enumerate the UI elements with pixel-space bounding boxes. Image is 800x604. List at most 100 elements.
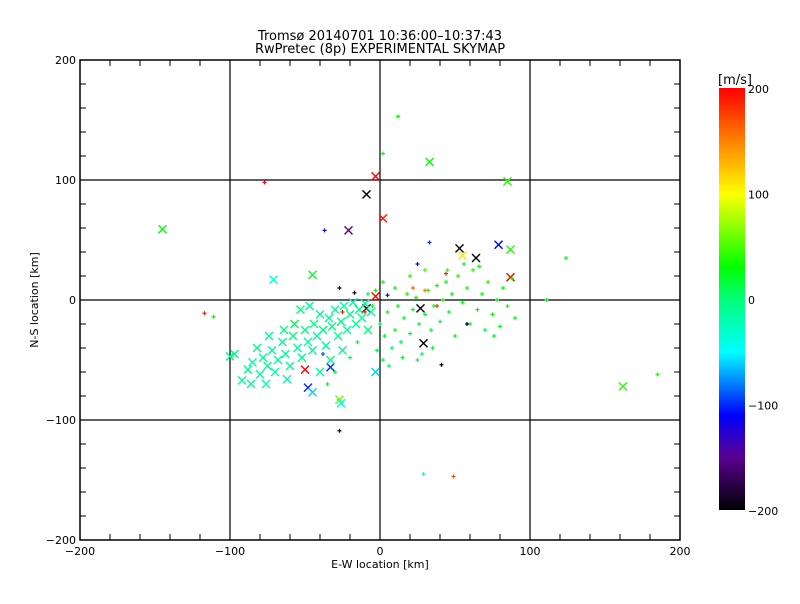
data-point xyxy=(393,328,397,332)
data-point xyxy=(336,317,346,327)
data-point xyxy=(381,280,385,284)
y-tick-labels: −200 −100 0 100 200 xyxy=(46,54,76,547)
data-point xyxy=(420,352,424,356)
data-point xyxy=(348,355,352,360)
data-point xyxy=(451,474,456,479)
data-point xyxy=(278,337,287,347)
data-point xyxy=(458,251,467,261)
data-point xyxy=(445,268,450,272)
data-point xyxy=(327,321,337,331)
data-point xyxy=(423,288,427,293)
data-point xyxy=(415,262,420,266)
data-point xyxy=(285,361,295,371)
data-point xyxy=(357,313,367,323)
data-point xyxy=(264,331,274,341)
data-point xyxy=(279,325,289,335)
data-point xyxy=(237,375,247,385)
data-point xyxy=(308,387,317,397)
data-point xyxy=(423,312,427,317)
data-point xyxy=(430,346,435,350)
data-point xyxy=(416,303,425,313)
data-point xyxy=(419,338,428,348)
data-point xyxy=(402,316,406,320)
data-point xyxy=(423,268,427,272)
y-tick-label: −100 xyxy=(46,414,76,427)
data-point xyxy=(261,379,271,389)
data-point xyxy=(375,348,379,353)
data-point xyxy=(337,286,342,290)
data-point xyxy=(303,337,313,347)
data-point xyxy=(411,307,415,312)
data-point xyxy=(366,307,376,317)
data-point xyxy=(465,322,469,326)
data-point xyxy=(282,374,292,384)
data-point xyxy=(324,313,334,323)
data-point xyxy=(158,224,167,234)
data-point xyxy=(447,310,451,314)
data-point xyxy=(475,307,480,312)
data-point xyxy=(450,292,454,296)
data-point xyxy=(326,362,335,372)
y-tick-label: 100 xyxy=(55,174,76,187)
data-point xyxy=(318,325,328,335)
data-point xyxy=(340,310,345,314)
data-point xyxy=(462,262,466,266)
data-point xyxy=(269,275,278,285)
data-point xyxy=(325,382,330,386)
x-tick-label: 100 xyxy=(520,545,541,558)
data-point xyxy=(492,334,496,338)
data-point xyxy=(506,245,515,255)
data-point xyxy=(373,288,378,293)
data-point xyxy=(370,304,375,308)
data-point xyxy=(417,322,421,326)
data-point xyxy=(544,298,549,302)
data-point xyxy=(211,314,216,319)
data-point xyxy=(248,357,257,367)
data-point xyxy=(371,367,380,377)
data-point xyxy=(494,240,503,250)
data-point xyxy=(305,301,314,311)
data-point xyxy=(486,280,490,284)
data-point xyxy=(396,304,400,308)
data-point xyxy=(439,362,444,367)
data-point xyxy=(408,331,412,336)
data-point xyxy=(243,365,253,375)
data-point xyxy=(618,381,628,391)
colorbar-tick-labels: 200 100 0 −100 −200 xyxy=(748,83,778,518)
data-point xyxy=(371,171,380,181)
chart-subtitle: RwPretec (8p) EXPERIMENTAL SKYMAP xyxy=(255,42,505,57)
data-point xyxy=(465,286,469,290)
data-point xyxy=(322,228,327,233)
data-point xyxy=(505,304,510,308)
data-point xyxy=(444,280,448,284)
data-point xyxy=(411,286,415,290)
data-point xyxy=(655,372,660,377)
data-point xyxy=(498,324,502,329)
data-point xyxy=(378,322,382,326)
colorbar-tick-label: 100 xyxy=(748,189,769,202)
data-point xyxy=(263,361,272,371)
skymap-chart: Tromsø 20140701 10:36:00–10:37:43 RwPret… xyxy=(28,29,778,571)
x-axis-label: E-W location [km] xyxy=(331,558,429,571)
data-point xyxy=(405,292,409,296)
x-tick-label: 200 xyxy=(670,545,691,558)
data-point xyxy=(435,304,439,308)
data-point xyxy=(339,301,349,311)
data-point xyxy=(456,274,460,278)
x-tick-labels: −200 −100 0 100 200 xyxy=(65,545,691,558)
data-point xyxy=(309,319,319,329)
data-point xyxy=(381,358,385,362)
data-point xyxy=(408,274,412,278)
data-point xyxy=(371,291,380,301)
data-point xyxy=(345,309,355,319)
x-tick-label: −100 xyxy=(215,545,245,558)
data-point xyxy=(326,355,335,365)
data-point xyxy=(471,253,481,263)
data-point xyxy=(255,369,265,379)
data-point xyxy=(338,345,347,355)
data-point xyxy=(503,176,512,186)
data-point xyxy=(330,305,340,315)
data-point xyxy=(344,225,353,235)
data-point xyxy=(281,349,290,359)
data-point xyxy=(425,157,434,167)
